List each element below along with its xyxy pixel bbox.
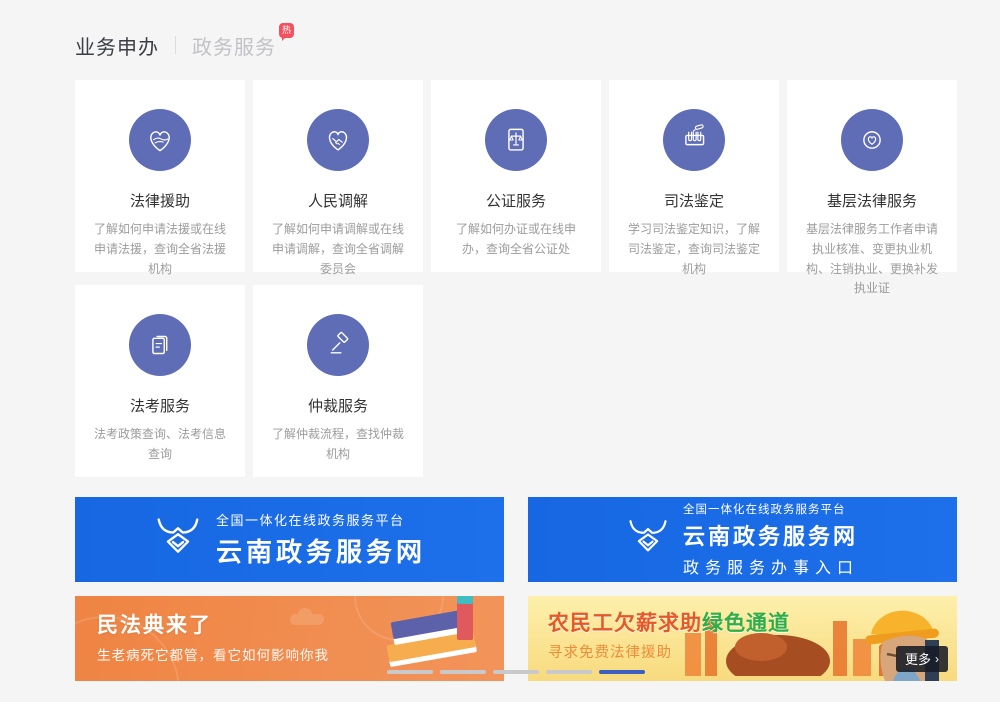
card-law-exam[interactable]: 法考服务 法考政策查询、法考信息查询 (75, 285, 245, 477)
card-desc: 了解如何办证或在线申办，查询全省公证处 (447, 220, 585, 260)
gavel-icon (307, 314, 369, 376)
gov-entry-label: 政务服务办事入口 (683, 554, 859, 578)
worker-banner-subtitle: 寻求免费法律援助 (548, 641, 672, 662)
carousel-dash[interactable] (440, 670, 486, 674)
card-grassroots-legal[interactable]: 基层法律服务 基层法律服务工作者申请执业核准、变更执业机构、注销执业、更换补发执… (787, 80, 957, 272)
service-grid: 法律援助 了解如何申请法援或在线申请法援，查询全省法援机构 人民调解 了解如何申… (75, 80, 957, 477)
title-green-part: 绿色通道 (702, 612, 790, 635)
gov-banner-row: 全国一体化在线政务服务平台 云南政务服务网 全国一体化在线政务服务平台 云南政务… (75, 497, 957, 582)
hot-badge: 热 (279, 23, 294, 38)
carousel-indicators (387, 670, 645, 674)
card-notary-service[interactable]: 公证服务 了解如何办证或在线申办，查询全省公证处 (431, 80, 601, 272)
card-title: 仲裁服务 (253, 395, 423, 416)
card-title: 公证服务 (431, 190, 601, 211)
title-orange-part: 农民工欠薪求助 (548, 612, 702, 635)
carousel-dash-active[interactable] (599, 670, 645, 674)
card-title: 人民调解 (253, 190, 423, 211)
card-desc: 法考政策查询、法考信息查询 (91, 425, 229, 465)
test-tubes-icon (663, 109, 725, 171)
card-desc: 了解仲裁流程，查找仲裁机构 (269, 425, 407, 465)
scales-scroll-icon (485, 109, 547, 171)
card-desc: 基层法律服务工作者申请执业核准、变更执业机构、注销执业、更换补发执业证 (803, 220, 941, 299)
books-illustration (360, 596, 500, 681)
carousel-dash[interactable] (387, 670, 433, 674)
migrant-worker-banner[interactable]: 农民工欠薪求助绿色通道 寻求免费法律援助 更多 › (528, 596, 957, 681)
gov-portal-banner-right[interactable]: 全国一体化在线政务服务平台 云南政务服务网 政务服务办事入口 (528, 497, 957, 582)
card-desc: 了解如何申请法援或在线申请法援，查询全省法援机构 (91, 220, 229, 279)
card-legal-aid[interactable]: 法律援助 了解如何申请法援或在线申请法援，查询全省法援机构 (75, 80, 245, 272)
more-label: 更多 (905, 649, 931, 668)
tab-divider (175, 36, 176, 54)
card-desc: 了解如何申请调解或在线申请调解，查询全省调解委员会 (269, 220, 407, 279)
more-button[interactable]: 更多 › (896, 646, 948, 672)
main-content: 业务申办 政务服务 热 法律援助 了解如何申请法援或在线申请法援，查询全省法援机… (75, 0, 957, 681)
gov-portal-banner-left[interactable]: 全国一体化在线政务服务平台 云南政务服务网 (75, 497, 504, 582)
gov-banner-text: 全国一体化在线政务服务平台 云南政务服务网 (216, 510, 426, 569)
gov-tagline: 全国一体化在线政务服务平台 (683, 501, 859, 517)
carousel-dash[interactable] (493, 670, 539, 674)
card-title: 法律援助 (75, 190, 245, 211)
documents-icon (129, 314, 191, 376)
gov-tagline: 全国一体化在线政务服务平台 (216, 510, 426, 529)
promo-banner-row: 民法典来了 生老病死它都管，看它如何影响你我 (75, 596, 957, 681)
heart-hand-icon (129, 109, 191, 171)
handshake-icon (307, 109, 369, 171)
tab-business-apply[interactable]: 业务申办 (75, 31, 159, 60)
gov-site-name: 云南政务服务网 (683, 519, 859, 551)
card-arbitration[interactable]: 仲裁服务 了解仲裁流程，查找仲裁机构 (253, 285, 423, 477)
card-title: 司法鉴定 (609, 190, 779, 211)
tab-government-service[interactable]: 政务服务 (192, 31, 276, 60)
yunnan-ox-logo-icon (153, 515, 203, 564)
worker-banner-title: 农民工欠薪求助绿色通道 (548, 607, 790, 637)
civil-code-title: 民法典来了 (97, 609, 212, 639)
cloud-icon (290, 614, 324, 625)
card-title: 基层法律服务 (787, 190, 957, 211)
chevron-right-icon: › (935, 652, 939, 666)
heart-circle-icon (841, 109, 903, 171)
civil-code-banner[interactable]: 民法典来了 生老病死它都管，看它如何影响你我 (75, 596, 504, 681)
card-title: 法考服务 (75, 395, 245, 416)
card-people-mediation[interactable]: 人民调解 了解如何申请调解或在线申请调解，查询全省调解委员会 (253, 80, 423, 272)
yunnan-ox-logo-icon (626, 517, 670, 562)
gov-site-name: 云南政务服务网 (216, 532, 426, 569)
section-tabs: 业务申办 政务服务 热 (75, 32, 957, 58)
card-desc: 学习司法鉴定知识，了解司法鉴定，查询司法鉴定机构 (625, 220, 763, 279)
card-judicial-authentication[interactable]: 司法鉴定 学习司法鉴定知识，了解司法鉴定，查询司法鉴定机构 (609, 80, 779, 272)
civil-code-subtitle: 生老病死它都管，看它如何影响你我 (97, 644, 329, 664)
carousel-dash[interactable] (546, 670, 592, 674)
gov-banner-text: 全国一体化在线政务服务平台 云南政务服务网 政务服务办事入口 (683, 501, 859, 578)
